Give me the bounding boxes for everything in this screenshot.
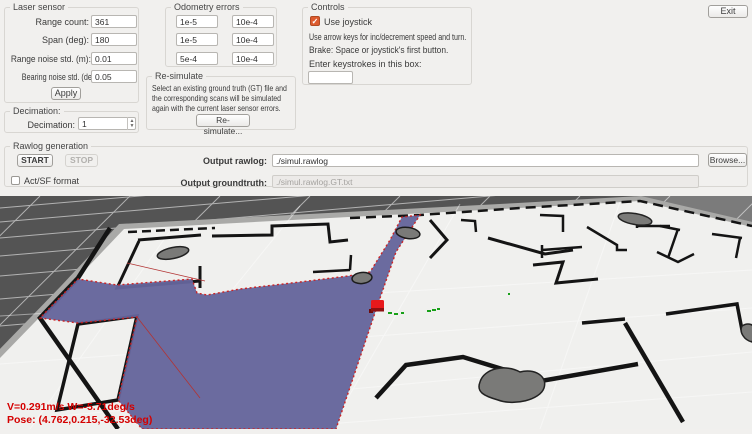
span-deg-input[interactable] — [91, 33, 137, 46]
use-joystick-checkbox[interactable]: ✓ — [310, 16, 320, 26]
controls-info-line2: Brake: Space or joystick's first button. — [309, 45, 448, 55]
output-rawlog-label: Output rawlog: — [165, 156, 267, 166]
exit-button[interactable]: Exit — [708, 5, 748, 18]
stop-button[interactable]: STOP — [65, 154, 98, 167]
decimation-group-label: Decimation: — [10, 106, 64, 117]
range-count-input[interactable] — [91, 15, 137, 28]
controls-info-line3: Enter keystrokes in this box: — [309, 59, 422, 69]
controls-group: Controls ✓ Use joystick Use arrow keys f… — [302, 7, 472, 85]
odometry-input-1-1[interactable] — [232, 33, 274, 46]
output-rawlog-input[interactable] — [272, 154, 699, 167]
output-groundtruth-label: Output groundtruth: — [165, 178, 267, 188]
resimulate-description-line1: Select an existing ground truth (GT) fil… — [152, 83, 287, 93]
hud-velocity: V=0.291m/s W=-5.71deg/s — [7, 401, 135, 413]
bearing-noise-label: Bearing noise std. (deg): — [22, 72, 89, 82]
hud-pose: Pose: (4.762,0.215,-32.53deg) — [7, 414, 152, 426]
browse-button[interactable]: Browse... — [708, 153, 747, 167]
odometry-input-0-0[interactable] — [176, 15, 218, 28]
act-sf-checkbox[interactable] — [11, 176, 20, 185]
output-groundtruth-input — [272, 175, 699, 188]
range-noise-input[interactable] — [91, 52, 137, 65]
resimulate-group: Re-simulate Select an existing ground tr… — [146, 76, 296, 130]
laser-sensor-group: Laser sensor Range count: Span (deg): Ra… — [4, 7, 139, 103]
range-count-label: Range count: — [5, 17, 89, 27]
odometry-input-2-1[interactable] — [232, 52, 274, 65]
odometry-input-0-1[interactable] — [232, 15, 274, 28]
decimation-group: Decimation: Decimation: ▲ ▼ — [4, 111, 139, 133]
keystrokes-input[interactable] — [308, 71, 353, 84]
range-noise-label: Range noise std. (m): — [11, 54, 89, 64]
spinner-down-icon[interactable]: ▼ — [130, 124, 135, 129]
resimulate-description-line2: the corresponding scans will be simulate… — [152, 93, 281, 103]
robot — [369, 300, 384, 313]
obstacle-blob — [479, 368, 545, 402]
controls-info-line1: Use arrow keys for inc/decrement speed a… — [309, 32, 466, 42]
rawlog-generation-group-label: Rawlog generation — [10, 141, 91, 152]
use-joystick-label: Use joystick — [324, 17, 372, 27]
controls-group-label: Controls — [308, 2, 348, 13]
odometry-input-1-0[interactable] — [176, 33, 218, 46]
start-button[interactable]: START — [17, 154, 53, 167]
laser-sensor-group-label: Laser sensor — [10, 2, 68, 13]
decimation-spinner[interactable]: ▲ ▼ — [127, 117, 136, 130]
robot-body-shadow — [371, 308, 384, 312]
resimulate-description-line3: again with the current laser sensor erro… — [152, 103, 281, 113]
bearing-noise-input[interactable] — [91, 70, 137, 83]
act-sf-label: Act/SF format — [24, 176, 79, 186]
control-panel: Laser sensor Range count: Span (deg): Ra… — [0, 0, 752, 196]
decimation-label: Decimation: — [5, 120, 75, 130]
apply-button[interactable]: Apply — [51, 87, 81, 100]
resimulate-button[interactable]: Re-simulate... — [196, 114, 250, 127]
simulation-scene[interactable]: V=0.291m/s W=-5.71deg/s Pose: (4.762,0.2… — [0, 196, 752, 429]
rawlog-generation-group: Rawlog generation START STOP Output rawl… — [4, 146, 748, 187]
span-deg-label: Span (deg): — [5, 35, 89, 45]
odometry-errors-group-label: Odometry errors — [171, 2, 243, 13]
3d-viewport[interactable]: V=0.291m/s W=-5.71deg/s Pose: (4.762,0.2… — [0, 196, 752, 429]
resimulate-group-label: Re-simulate — [152, 71, 206, 82]
odometry-input-2-0[interactable] — [176, 52, 218, 65]
odometry-errors-group: Odometry errors — [165, 7, 277, 67]
